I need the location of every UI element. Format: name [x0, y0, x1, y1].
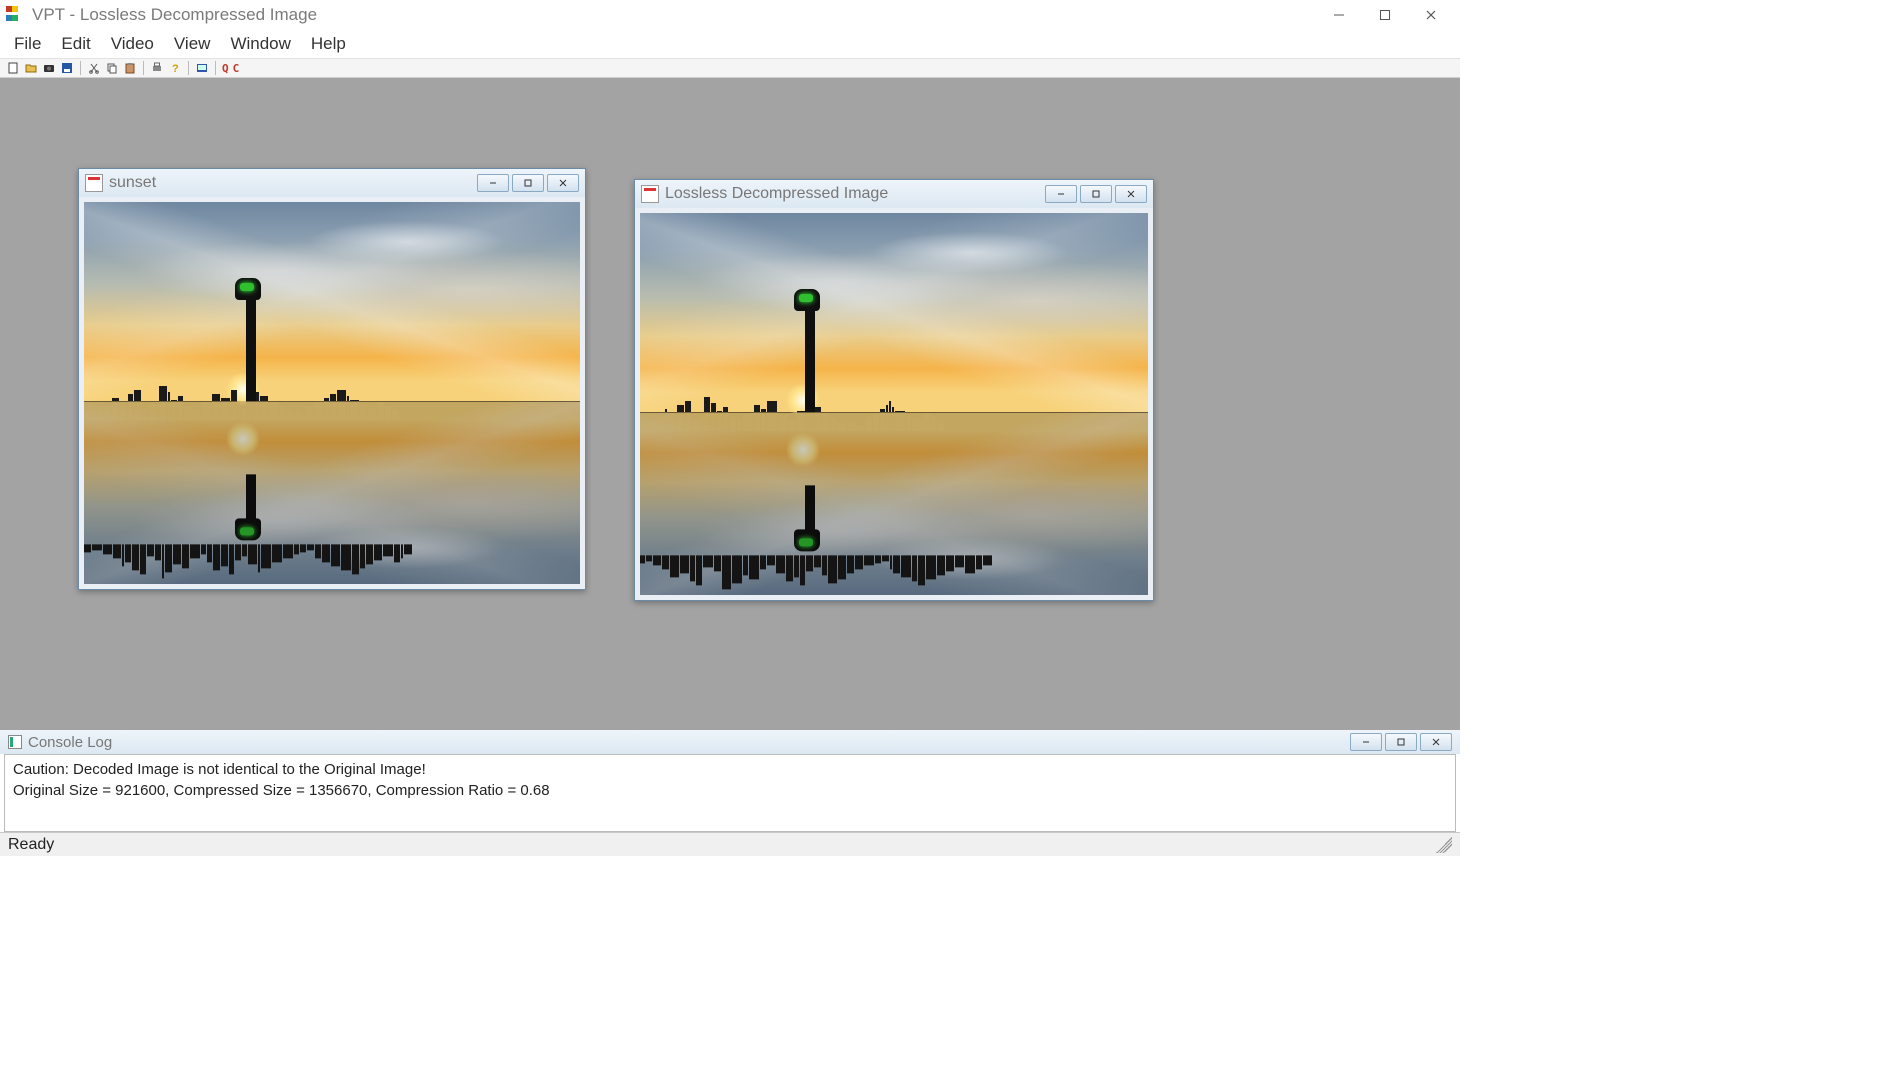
- child-close-button[interactable]: [547, 174, 579, 192]
- paste-icon[interactable]: [123, 61, 137, 75]
- menu-file[interactable]: File: [4, 32, 51, 56]
- help-icon[interactable]: ?: [168, 61, 182, 75]
- child-window-title: Lossless Decompressed Image: [665, 185, 888, 203]
- svg-text:?: ?: [172, 63, 179, 74]
- open-icon[interactable]: [24, 61, 38, 75]
- maximize-button[interactable]: [1362, 0, 1408, 30]
- menu-window[interactable]: Window: [220, 32, 300, 56]
- toolbar-separator: [188, 61, 189, 75]
- app-icon: [6, 6, 24, 24]
- document-icon: [85, 174, 103, 192]
- menu-edit[interactable]: Edit: [51, 32, 100, 56]
- toolbar-separator: [80, 61, 81, 75]
- app-title: VPT - Lossless Decompressed Image: [32, 5, 317, 25]
- console-maximize-button[interactable]: [1385, 733, 1417, 751]
- menubar: File Edit Video View Window Help: [0, 30, 1460, 58]
- toolbar: ? Q C: [0, 58, 1460, 78]
- titlebar[interactable]: VPT - Lossless Decompressed Image: [0, 0, 1460, 30]
- main-window: VPT - Lossless Decompressed Image File E…: [0, 0, 1460, 856]
- image-view: [84, 202, 580, 584]
- new-icon[interactable]: [6, 61, 20, 75]
- save-icon[interactable]: [60, 61, 74, 75]
- child-maximize-button[interactable]: [512, 174, 544, 192]
- print-icon[interactable]: [150, 61, 164, 75]
- child-close-button[interactable]: [1115, 185, 1147, 203]
- toolbar-c-button[interactable]: C: [233, 62, 240, 75]
- child-titlebar[interactable]: sunset: [79, 169, 585, 197]
- child-minimize-button[interactable]: [1045, 185, 1077, 203]
- console-log-body[interactable]: Caution: Decoded Image is not identical …: [4, 754, 1456, 832]
- status-text: Ready: [8, 836, 54, 854]
- toolbar-separator: [215, 61, 216, 75]
- minimize-button[interactable]: [1316, 0, 1362, 30]
- console-icon: [8, 735, 22, 749]
- console-line: Caution: Decoded Image is not identical …: [13, 759, 1447, 780]
- menu-view[interactable]: View: [164, 32, 221, 56]
- menu-help[interactable]: Help: [301, 32, 356, 56]
- console-log-panel: Console Log Caution: Decoded Image is no…: [0, 726, 1460, 832]
- resize-grip-icon[interactable]: [1436, 837, 1452, 853]
- child-window-title: sunset: [109, 174, 156, 192]
- child-maximize-button[interactable]: [1080, 185, 1112, 203]
- cut-icon[interactable]: [87, 61, 101, 75]
- child-minimize-button[interactable]: [477, 174, 509, 192]
- menu-video[interactable]: Video: [101, 32, 164, 56]
- toolbar-q-button[interactable]: Q: [222, 62, 229, 75]
- child-window[interactable]: Lossless Decompressed Image: [634, 179, 1154, 601]
- mdi-client-area: sunset: [0, 78, 1460, 726]
- about-icon[interactable]: [195, 61, 209, 75]
- child-window[interactable]: sunset: [78, 168, 586, 590]
- console-title: Console Log: [28, 734, 112, 751]
- child-titlebar[interactable]: Lossless Decompressed Image: [635, 180, 1153, 208]
- console-log-titlebar[interactable]: Console Log: [0, 730, 1460, 754]
- camera-icon[interactable]: [42, 61, 56, 75]
- copy-icon[interactable]: [105, 61, 119, 75]
- toolbar-separator: [143, 61, 144, 75]
- console-line: Original Size = 921600, Compressed Size …: [13, 780, 1447, 801]
- console-close-button[interactable]: [1420, 733, 1452, 751]
- console-minimize-button[interactable]: [1350, 733, 1382, 751]
- document-icon: [641, 185, 659, 203]
- image-view: [640, 213, 1148, 595]
- statusbar: Ready: [0, 832, 1460, 856]
- close-button[interactable]: [1408, 0, 1454, 30]
